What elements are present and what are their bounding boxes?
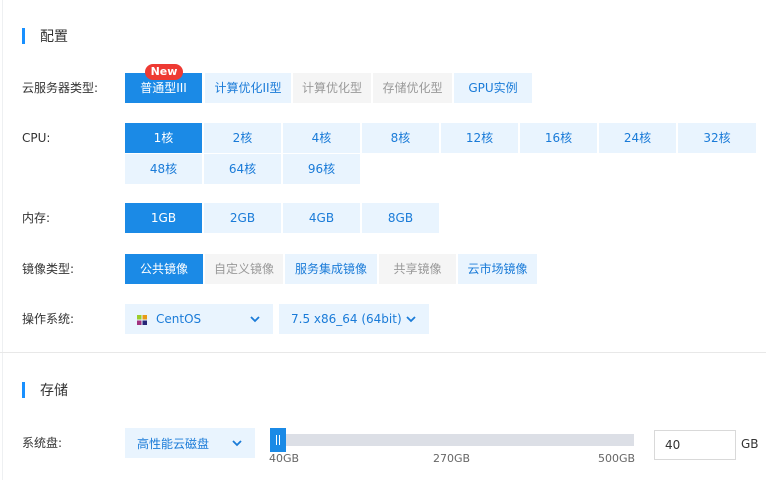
disk-size-input[interactable]: [654, 430, 736, 460]
os-distro-select[interactable]: CentOS: [125, 304, 273, 334]
cpu-option-16[interactable]: 16核: [520, 123, 597, 153]
memory-option-8gb[interactable]: 8GB: [362, 203, 439, 233]
instance-type-label: 云服务器类型:: [22, 81, 99, 95]
memory-option-2gb[interactable]: 2GB: [204, 203, 281, 233]
system-disk-label: 系统盘:: [22, 436, 63, 450]
cpu-option-2[interactable]: 2核: [204, 123, 281, 153]
storage-title-text: 存储: [40, 383, 68, 399]
config-section-title: 配置: [22, 27, 68, 45]
disk-type-select[interactable]: 高性能云磁盘: [125, 428, 255, 458]
os-version-value: 7.5 x86_64 (64bit): [291, 312, 402, 326]
slider-tick-max: 500GB: [598, 452, 636, 465]
memory-label: 内存:: [22, 211, 51, 225]
os-label: 操作系统:: [22, 312, 75, 326]
cpu-option-8[interactable]: 8核: [362, 123, 439, 153]
section-divider: [0, 352, 766, 353]
image-type-custom[interactable]: 自定义镜像: [205, 254, 283, 284]
disk-size-slider-handle[interactable]: [270, 428, 286, 452]
image-type-public[interactable]: 公共镜像: [125, 254, 203, 284]
disk-size-unit: GB: [741, 437, 759, 451]
os-distro-value: CentOS: [156, 312, 202, 326]
cpu-option-32[interactable]: 32核: [678, 123, 756, 153]
memory-option-4gb[interactable]: 4GB: [283, 203, 360, 233]
disk-size-slider-track[interactable]: [270, 434, 634, 446]
memory-option-1gb[interactable]: 1GB: [125, 203, 202, 233]
instance-type-gpu[interactable]: GPU实例: [454, 73, 532, 103]
cpu-option-48[interactable]: 48核: [125, 154, 202, 184]
cpu-option-12[interactable]: 12核: [441, 123, 518, 153]
cpu-option-24[interactable]: 24核: [599, 123, 676, 153]
section-accent-bar: [22, 28, 25, 44]
cpu-option-1[interactable]: 1核: [125, 123, 202, 153]
cpu-option-4[interactable]: 4核: [283, 123, 360, 153]
chevron-down-icon: [406, 316, 416, 323]
new-badge: New: [145, 64, 183, 80]
cpu-option-96[interactable]: 96核: [283, 154, 360, 184]
section-accent-bar: [22, 382, 25, 398]
instance-type-compute[interactable]: 计算优化型: [293, 73, 371, 103]
image-type-service-integration[interactable]: 服务集成镜像: [285, 254, 377, 284]
cpu-label: CPU:: [22, 131, 51, 145]
cpu-option-64[interactable]: 64核: [204, 154, 281, 184]
instance-type-storage[interactable]: 存储优化型: [373, 73, 452, 103]
slider-tick-mid: 270GB: [433, 452, 471, 465]
chevron-down-icon: [232, 440, 242, 447]
config-title-text: 配置: [40, 29, 68, 45]
instance-type-compute-ii[interactable]: 计算优化II型: [205, 73, 291, 103]
image-type-label: 镜像类型:: [22, 262, 75, 276]
centos-logo-icon: [137, 314, 147, 325]
page-edge-rule: [2, 0, 3, 480]
disk-type-value: 高性能云磁盘: [137, 436, 210, 451]
chevron-down-icon: [250, 316, 260, 323]
os-version-select[interactable]: 7.5 x86_64 (64bit): [279, 304, 429, 334]
image-type-marketplace[interactable]: 云市场镜像: [458, 254, 537, 284]
image-type-shared[interactable]: 共享镜像: [379, 254, 456, 284]
storage-section-title: 存储: [22, 381, 68, 399]
slider-tick-min: 40GB: [269, 452, 300, 465]
